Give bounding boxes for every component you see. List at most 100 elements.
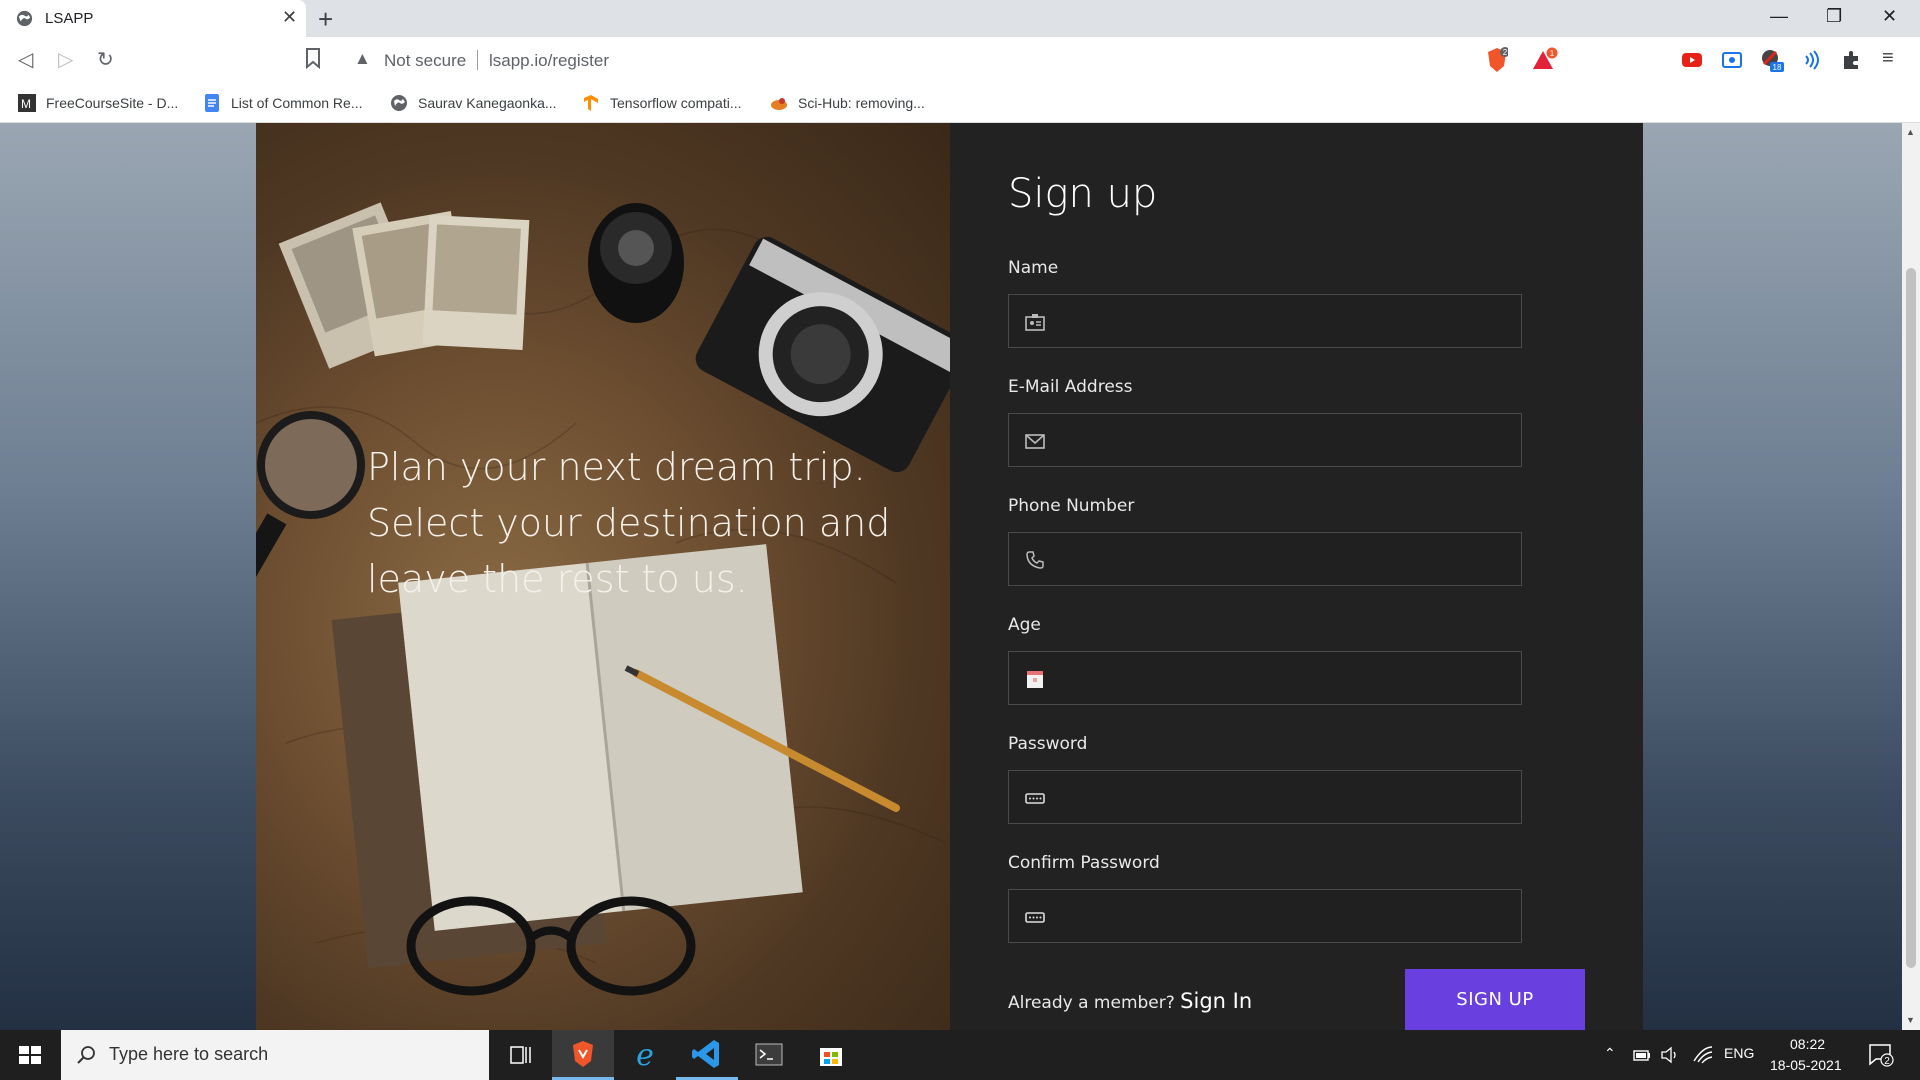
restore-icon[interactable]: ❐ — [1826, 6, 1842, 27]
vscode-taskbar-app[interactable] — [676, 1030, 738, 1080]
microsoft-store-icon[interactable] — [800, 1030, 862, 1080]
password-field[interactable] — [1008, 770, 1522, 824]
scroll-thumb[interactable] — [1906, 268, 1916, 968]
address-separator — [477, 50, 478, 70]
email-label: E-Mail Address — [1008, 377, 1133, 397]
windows-taskbar: Type here to search e ⌃ ENG 08:22 18-05-… — [0, 1030, 1920, 1080]
tab-close-icon[interactable]: ✕ — [282, 7, 297, 28]
scroll-down-icon[interactable]: ▼ — [1906, 1015, 1915, 1025]
rewards-badge: 1 — [1550, 49, 1555, 58]
brave-taskbar-app[interactable] — [552, 1030, 614, 1080]
back-icon[interactable]: ◁ — [18, 47, 33, 72]
already-member-label: Already a member? — [1008, 993, 1181, 1013]
bookmark-item[interactable]: Tensorflow compati... — [582, 90, 742, 116]
hero-tagline: Plan your next dream trip. Select your d… — [367, 445, 891, 601]
brave-rewards-icon[interactable]: 1 — [1532, 47, 1558, 73]
bookmark-label: Saurav Kanegaonka... — [418, 95, 557, 111]
globe-icon — [16, 10, 33, 27]
internet-explorer-icon[interactable]: e — [614, 1030, 676, 1080]
sign-in-link[interactable]: Sign In — [1180, 989, 1252, 1013]
youtube-extension-icon[interactable] — [1680, 48, 1704, 72]
taskbar-search-box[interactable]: Type here to search — [61, 1030, 489, 1080]
bookmark-item[interactable]: Sci-Hub: removing... — [770, 90, 925, 116]
battery-icon[interactable] — [1632, 1045, 1652, 1065]
bookmark-label: List of Common Re... — [231, 95, 363, 111]
name-field[interactable] — [1008, 294, 1522, 348]
password-label: Password — [1008, 734, 1088, 754]
age-field[interactable] — [1008, 651, 1522, 705]
address-bar[interactable]: ▲ Not secure lsapp.io/register 2 1 — [342, 42, 1564, 78]
page-scrollbar[interactable]: ▲ ▼ — [1902, 123, 1920, 1030]
tensorflow-icon — [584, 95, 598, 111]
scroll-up-icon[interactable]: ▲ — [1906, 127, 1915, 137]
search-icon — [77, 1046, 95, 1064]
id-card-icon — [1025, 314, 1045, 331]
name-input[interactable] — [1061, 295, 1511, 347]
sign-up-button[interactable]: SIGN UP — [1405, 969, 1585, 1030]
wifi-icon[interactable] — [1692, 1045, 1714, 1065]
windows-start-icon[interactable] — [0, 1030, 60, 1080]
terminal-icon[interactable] — [738, 1030, 800, 1080]
notification-center-icon[interactable]: 2 — [1868, 1043, 1894, 1067]
email-input[interactable] — [1061, 414, 1511, 466]
bookmark-label: Sci-Hub: removing... — [798, 95, 925, 111]
extension-badge: 18 — [1773, 63, 1782, 72]
age-label: Age — [1008, 615, 1041, 635]
bookmark-label: FreeCourseSite - D... — [46, 95, 179, 111]
calendar-icon — [1027, 671, 1043, 688]
browser-toolbar: ◁ ▷ ↻ ▲ Not secure lsapp.io/register 2 1… — [0, 37, 1920, 83]
bookmark-item[interactable]: M FreeCourseSite - D... — [18, 90, 178, 116]
browser-tab[interactable]: LSAPP ✕ — [0, 0, 306, 37]
brave-shield-icon[interactable]: 2 — [1486, 47, 1508, 73]
bookmark-item[interactable]: Saurav Kanegaonka... — [390, 90, 557, 116]
brave-icon — [573, 1041, 593, 1067]
mail-icon — [1025, 434, 1045, 449]
page-viewport: Plan your next dream trip. Select your d… — [0, 123, 1902, 1030]
svg-text:M: M — [21, 97, 31, 111]
bookmarks-bar: M FreeCourseSite - D... List of Common R… — [0, 83, 1920, 123]
sci-hub-icon — [771, 98, 787, 110]
svg-text:e: e — [636, 1038, 654, 1073]
confirm-password-input[interactable] — [1061, 890, 1511, 942]
extensions-puzzle-icon[interactable] — [1840, 48, 1864, 72]
email-field[interactable] — [1008, 413, 1522, 467]
phone-input[interactable] — [1061, 533, 1511, 585]
hero-panel: Plan your next dream trip. Select your d… — [256, 123, 950, 1030]
url-text[interactable]: lsapp.io/register — [489, 51, 609, 71]
notification-count: 2 — [1884, 1056, 1890, 1067]
signup-title: Sign up — [1008, 171, 1158, 217]
clock-time[interactable]: 08:22 — [1790, 1036, 1825, 1052]
browser-menu-icon[interactable]: ≡ — [1882, 47, 1894, 70]
volume-icon[interactable] — [1660, 1045, 1680, 1065]
password-input[interactable] — [1061, 771, 1511, 823]
clock-date[interactable]: 18-05-2021 — [1770, 1057, 1842, 1073]
forward-icon[interactable]: ▷ — [58, 47, 73, 72]
globe-icon — [391, 95, 407, 111]
reload-icon[interactable]: ↻ — [97, 47, 114, 72]
show-hidden-icons-icon[interactable]: ⌃ — [1604, 1045, 1616, 1062]
close-window-icon[interactable]: ✕ — [1882, 6, 1897, 27]
screen-capture-extension-icon[interactable] — [1720, 48, 1744, 72]
freecoursesite-icon: M — [18, 94, 36, 112]
name-label: Name — [1008, 258, 1059, 278]
tab-title: LSAPP — [45, 10, 94, 27]
already-member-text: Already a member? Sign In — [1008, 989, 1252, 1013]
task-view-icon[interactable] — [489, 1030, 551, 1080]
language-indicator[interactable]: ENG — [1724, 1045, 1754, 1061]
tab-strip: LSAPP ✕ + — ❐ ✕ — [0, 0, 1920, 37]
minimize-icon[interactable]: — — [1770, 6, 1788, 27]
warning-icon: ▲ — [354, 49, 371, 68]
read-aloud-extension-icon[interactable] — [1800, 48, 1824, 72]
bookmark-label: Tensorflow compati... — [610, 95, 742, 111]
bookmark-icon[interactable] — [304, 47, 322, 69]
confirm-password-field[interactable] — [1008, 889, 1522, 943]
tracker-extension-icon[interactable]: 18 — [1760, 48, 1784, 72]
shield-badge: 2 — [1503, 48, 1508, 57]
bookmark-item[interactable]: List of Common Re... — [203, 90, 363, 116]
phone-field[interactable] — [1008, 532, 1522, 586]
new-tab-button[interactable]: + — [318, 4, 333, 35]
vscode-icon — [692, 1040, 719, 1068]
phone-label: Phone Number — [1008, 496, 1135, 516]
not-secure-label[interactable]: Not secure — [384, 51, 466, 71]
age-input[interactable] — [1061, 652, 1511, 704]
